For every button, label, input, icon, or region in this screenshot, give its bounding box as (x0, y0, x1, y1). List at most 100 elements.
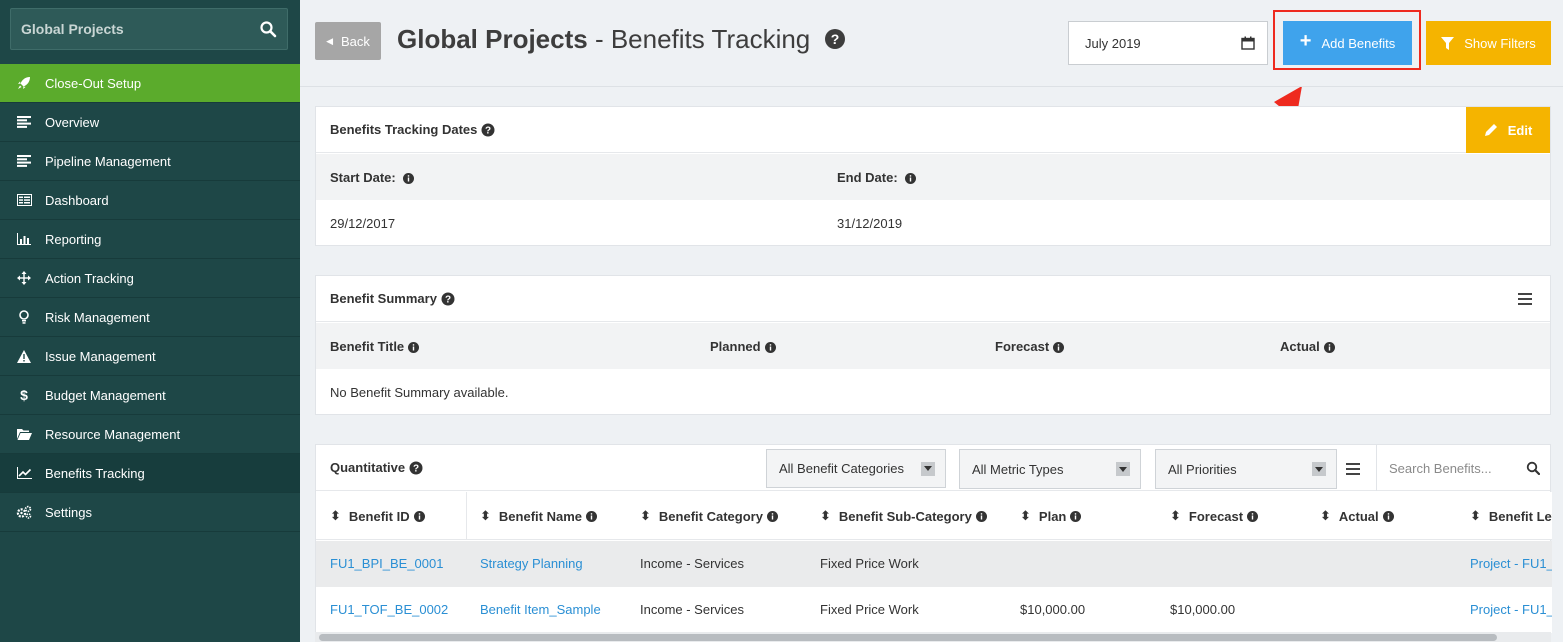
benefit-level-link[interactable]: Project - FU1_ (1470, 556, 1552, 571)
benefit-plan: $10,000.00 (1020, 602, 1086, 617)
sidebar-item-action-tracking[interactable]: Action Tracking (0, 259, 300, 298)
col-plan[interactable]: ⬍ Plan (1020, 492, 1082, 540)
sidebar-item-resource-management[interactable]: Resource Management (0, 415, 300, 454)
start-date-label-text: Start Date: (330, 170, 396, 185)
info-icon (1323, 342, 1335, 354)
sidebar-item-reporting[interactable]: Reporting (0, 220, 300, 259)
sidebar: Global Projects Close-Out Setup Overview… (0, 0, 300, 642)
sidebar-item-issue-management[interactable]: Issue Management (0, 337, 300, 376)
dates-header-row (316, 154, 1550, 200)
col-benefit-category[interactable]: ⬍ Benefit Category (640, 492, 778, 540)
benefit-name-link[interactable]: Strategy Planning (480, 556, 583, 571)
category-filter-select[interactable]: All Benefit Categories (766, 449, 946, 488)
col-label: Actual (1280, 339, 1320, 354)
calendar-icon[interactable] (1241, 36, 1255, 50)
project-search[interactable]: Global Projects (10, 8, 288, 50)
benefit-name-link[interactable]: Benefit Item_Sample (480, 602, 601, 617)
benefit-level-link[interactable]: Project - FU1_ (1470, 602, 1552, 617)
col-label: Benefit Lev (1488, 508, 1552, 524)
search-icon[interactable] (1526, 461, 1540, 475)
chevron-down-icon (1312, 462, 1326, 476)
sidebar-item-label: Budget Management (45, 387, 166, 403)
info-icon (403, 173, 415, 185)
sidebar-item-label: Resource Management (45, 426, 181, 442)
page-title: Global Projects - Benefits Tracking ? (397, 24, 846, 55)
sidebar-item-settings[interactable]: Settings (0, 493, 300, 532)
sidebar-item-benefits-tracking[interactable]: Benefits Tracking (0, 454, 300, 493)
search-icon[interactable] (259, 20, 277, 38)
show-filters-label: Show Filters (1464, 35, 1536, 51)
quantitative-title: Quantitative (330, 460, 406, 475)
benefit-id-link[interactable]: FU1_BPI_BE_0001 (330, 556, 443, 571)
help-icon[interactable]: ? (824, 28, 846, 50)
bar-chart-icon (16, 231, 32, 247)
benefit-summary-title: Benefit Summary (330, 291, 437, 306)
sidebar-item-close-out-setup[interactable]: Close-Out Setup (0, 64, 300, 103)
sidebar-item-label: Pipeline Management (45, 153, 171, 169)
sort-icon: ⬍ (820, 508, 831, 523)
col-benefit-name[interactable]: ⬍ Benefit Name (480, 492, 597, 540)
info-icon (1382, 510, 1394, 522)
benefit-id-link[interactable]: FU1_TOF_BE_0002 (330, 602, 448, 617)
info-icon (764, 342, 776, 354)
sidebar-item-budget-management[interactable]: $ Budget Management (0, 376, 300, 415)
edit-label: Edit (1507, 122, 1533, 138)
info-icon (413, 510, 425, 522)
page-title-section: - Benefits Tracking (587, 24, 811, 54)
month-picker[interactable]: July 2019 (1068, 21, 1268, 65)
show-filters-button[interactable]: Show Filters (1426, 21, 1551, 65)
metric-filter-value: All Metric Types (972, 461, 1064, 477)
sidebar-item-label: Issue Management (45, 348, 156, 364)
caret-left-icon: ◀ (326, 35, 333, 46)
header-divider (300, 86, 1563, 87)
help-icon[interactable]: ? (481, 123, 495, 137)
edit-dates-button[interactable]: Edit (1466, 107, 1550, 153)
col-benefit-title: Benefit Title (330, 339, 420, 354)
col-label: Benefit ID (348, 508, 410, 524)
warning-icon (16, 348, 32, 364)
col-actual[interactable]: ⬍ Actual (1320, 492, 1394, 540)
sidebar-item-dashboard[interactable]: Dashboard (0, 181, 300, 220)
svg-text:?: ? (445, 294, 451, 305)
tracking-dates-header: Benefits Tracking Dates ? (316, 107, 1550, 153)
menu-icon[interactable] (1346, 463, 1360, 475)
menu-icon[interactable] (1518, 293, 1532, 305)
annotation-highlight-box (1273, 10, 1421, 70)
col-benefit-level[interactable]: ⬍ Benefit Lev (1470, 492, 1552, 540)
col-benefit-sub-category[interactable]: ⬍ Benefit Sub-Category (820, 492, 987, 540)
info-icon (585, 510, 597, 522)
help-icon[interactable]: ? (441, 292, 455, 306)
priority-filter-select[interactable]: All Priorities (1155, 449, 1337, 489)
col-label: Benefit Name (498, 508, 582, 524)
back-button[interactable]: ◀ Back (315, 22, 381, 60)
sidebar-item-overview[interactable]: Overview (0, 103, 300, 142)
svg-text:?: ? (485, 125, 491, 136)
scrollbar-thumb[interactable] (319, 634, 1497, 641)
dashboard-icon (16, 192, 32, 208)
table-row[interactable]: FU1_TOF_BE_0002 Benefit Item_Sample Inco… (316, 587, 1552, 633)
horizontal-scrollbar[interactable] (315, 632, 1551, 642)
summary-header-row (316, 323, 1550, 369)
search-benefits-placeholder: Search Benefits... (1389, 460, 1492, 476)
sidebar-item-label: Benefits Tracking (45, 465, 145, 481)
help-icon[interactable]: ? (409, 461, 423, 475)
sidebar-item-risk-management[interactable]: Risk Management (0, 298, 300, 337)
search-benefits-input[interactable]: Search Benefits... (1376, 445, 1550, 491)
col-benefit-id[interactable]: ⬍ Benefit ID (330, 492, 425, 540)
sort-icon: ⬍ (1320, 508, 1331, 523)
col-label: Benefit Title (330, 339, 405, 354)
table-row[interactable]: FU1_BPI_BE_0001 Strategy Planning Income… (316, 541, 1552, 587)
arrows-icon (16, 270, 32, 286)
category-filter-value: All Benefit Categories (779, 461, 905, 476)
sidebar-item-pipeline-management[interactable]: Pipeline Management (0, 142, 300, 181)
start-date-value: 29/12/2017 (330, 216, 396, 231)
metric-filter-select[interactable]: All Metric Types (959, 449, 1141, 489)
col-forecast[interactable]: ⬍ Forecast (1170, 492, 1259, 540)
sidebar-item-label: Overview (45, 114, 100, 130)
sort-icon: ⬍ (1170, 508, 1181, 523)
line-chart-icon (16, 465, 32, 481)
col-forecast: Forecast (995, 339, 1065, 354)
dollar-icon: $ (20, 387, 28, 403)
info-icon (1070, 510, 1082, 522)
pencil-icon (1484, 124, 1497, 136)
